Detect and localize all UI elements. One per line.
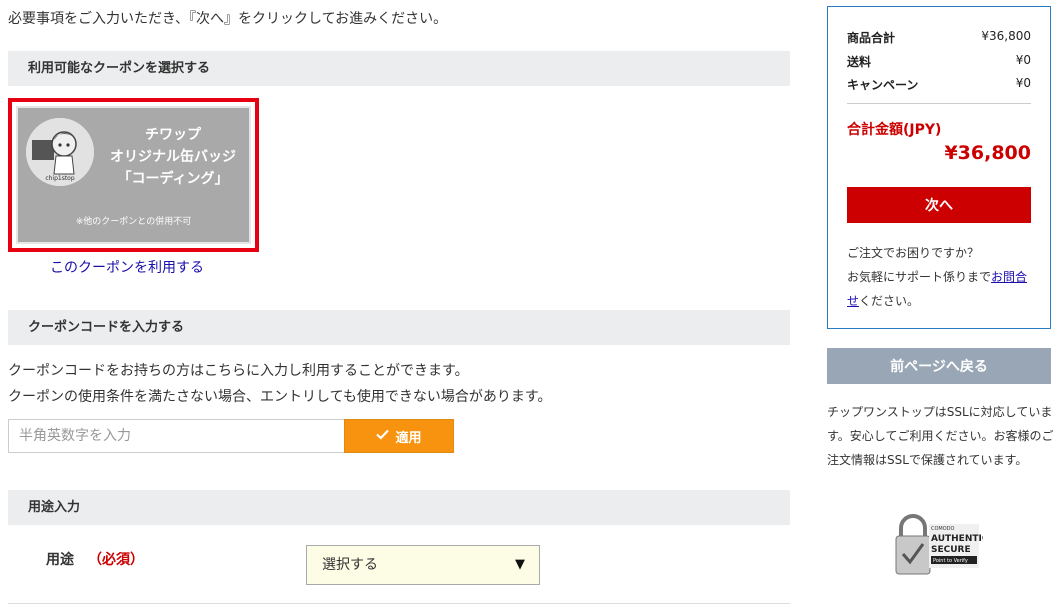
ssl-badge-line-3: Point to Verify (933, 558, 968, 564)
help-line-2-text: お気軽にサポート係りまで (847, 270, 992, 284)
total-label: 合計金額(JPY) (847, 122, 942, 138)
coupon-title-line-1: チワップ (145, 127, 201, 143)
coupon-code-description-1: クーポンコードをお持ちの方はこちらに入力し利用することができます。 (8, 363, 469, 379)
apply-button[interactable]: 適用 (344, 419, 454, 453)
coupon-note: ※他のクーポンとの併用不可 (75, 217, 192, 227)
ssl-badge-line-1: AUTHENTIC (931, 534, 983, 544)
coupon-title-line-2: オリジナル缶バッジ (110, 149, 236, 165)
back-button[interactable]: 前ページへ戻る (827, 348, 1051, 384)
coupon-card-selected[interactable]: chip1stop チワップ オリジナル缶バッジ 「コーディング」 ※他のクーポ… (8, 98, 259, 252)
help-line-2-suffix: ください。 (859, 294, 920, 308)
coupon-card[interactable]: chip1stop チワップ オリジナル缶バッジ 「コーディング」 ※他のクーポ… (16, 106, 251, 244)
coupon-title-line-3: 「コーディング」 (117, 171, 229, 187)
campaign-label: キャンペーン (847, 78, 919, 92)
usage-select-value: 選択する (322, 557, 378, 573)
divider (8, 603, 790, 604)
usage-label: 用途 (46, 552, 74, 568)
use-coupon-link[interactable]: このクーポンを利用する (50, 257, 204, 277)
usage-select[interactable]: 選択する ▼ (306, 545, 540, 585)
total-value: ¥36,800 (944, 142, 1031, 164)
shipping-value: ¥0 (1015, 53, 1031, 67)
apply-button-label: 適用 (395, 430, 422, 446)
coupon-code-section-heading: クーポンコードを入力する (8, 310, 790, 345)
ssl-badge-brand: COMODO (931, 526, 955, 532)
coupon-character-image: chip1stop (26, 118, 94, 186)
subtotal-label: 商品合計 (847, 31, 896, 45)
coupon-code-input[interactable] (8, 419, 344, 453)
summary-row-shipping: 送料 ¥0 (847, 53, 1031, 70)
svg-text:chip1stop: chip1stop (45, 175, 75, 182)
coupon-title: チワップ オリジナル缶バッジ 「コーディング」 (100, 124, 246, 190)
required-badge: （必須） (88, 552, 144, 568)
usage-section-heading: 用途入力 (8, 490, 790, 525)
support-help-text: ご注文でお困りですか？ お気軽にサポート係りまでお問合せください。 (847, 241, 1037, 313)
campaign-value: ¥0 (1015, 76, 1031, 90)
summary-row-subtotal: 商品合計 ¥36,800 (847, 29, 1031, 46)
shipping-label: 送料 (847, 55, 872, 69)
check-icon (376, 429, 390, 444)
summary-row-campaign: キャンペーン ¥0 (847, 76, 1031, 93)
intro-text: 必要事項をご入力いただき、『次へ』をクリックしてお進みください。 (8, 11, 448, 27)
ssl-notice: チップワンストップはSSLに対応しています。安心してご利用ください。お客様のご注… (827, 405, 1054, 467)
next-button[interactable]: 次へ (847, 187, 1031, 223)
coupon-section-heading: 利用可能なクーポンを選択する (8, 51, 790, 86)
dropdown-arrow-icon: ▼ (515, 557, 525, 572)
order-summary-box: 商品合計 ¥36,800 送料 ¥0 キャンペーン ¥0 合計金額(JPY) ¥… (827, 6, 1051, 329)
subtotal-value: ¥36,800 (981, 29, 1031, 43)
help-line-2: お気軽にサポート係りまでお問合せください。 (847, 265, 1037, 313)
help-line-1: ご注文でお困りですか？ (847, 246, 980, 260)
ssl-secure-badge[interactable]: COMODO AUTHENTIC SECURE Point to Verify (893, 514, 989, 580)
summary-divider (847, 103, 1031, 104)
ssl-badge-line-2: SECURE (931, 545, 971, 555)
coupon-code-description-2: クーポンの使用条件を満たさない場合、エントリしても使用できない場合があります。 (8, 389, 552, 405)
